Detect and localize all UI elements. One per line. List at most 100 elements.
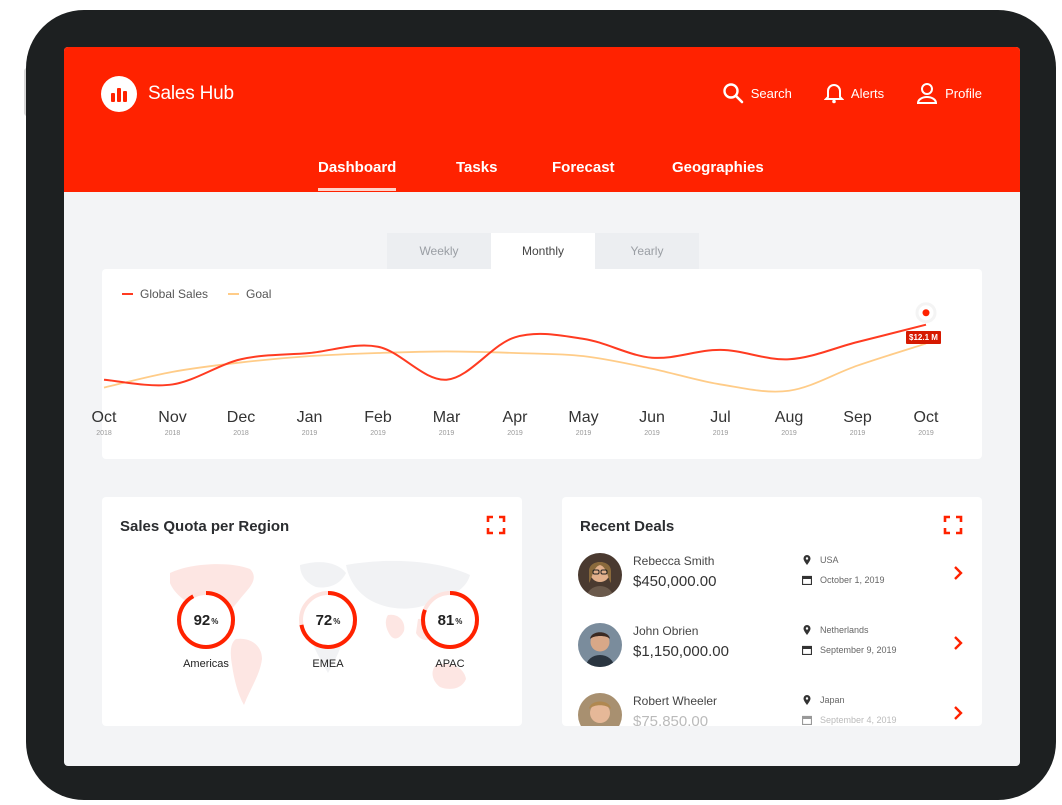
avatar <box>578 693 622 726</box>
x-tick-year: 2019 <box>507 430 523 437</box>
deal-amount: $1,150,000.00 <box>633 643 729 660</box>
main-nav: Dashboard Tasks Forecast Geographies <box>64 150 1020 192</box>
tab-dashboard[interactable]: Dashboard <box>318 159 397 191</box>
deal-row[interactable]: John Obrien $1,150,000.00 Netherlands Se… <box>578 617 968 673</box>
x-tick-month: Mar <box>432 409 461 426</box>
calendar-icon <box>802 715 812 725</box>
quota-ring-apac: 81% <box>419 589 481 651</box>
bell-icon <box>823 84 844 104</box>
x-tick-label: Jun 2019 <box>627 409 677 437</box>
location-pin-icon <box>803 555 811 565</box>
profile-label: Profile <box>945 85 982 101</box>
x-tick-month: Jan <box>296 409 323 426</box>
period-tabs: Weekly Monthly Yearly <box>387 233 699 269</box>
quota-ring-emea: 72% <box>297 589 359 651</box>
tab-forecast[interactable]: Forecast <box>552 159 615 176</box>
expand-icon[interactable] <box>486 515 506 535</box>
x-tick-month: Feb <box>364 409 392 426</box>
x-tick-month: Jul <box>710 409 731 426</box>
recent-deals-card: Recent Deals Rebecca Smith $450,000.00 U… <box>562 497 982 726</box>
x-tick-year: 2019 <box>301 430 318 437</box>
deal-date: October 1, 2019 <box>802 575 885 585</box>
x-tick-year: 2019 <box>849 430 866 437</box>
x-tick-label: Jan 2019 <box>285 409 335 437</box>
legend-item-global-sales[interactable]: Global Sales <box>122 287 208 301</box>
legend-label: Global Sales <box>140 287 209 301</box>
period-tab-monthly[interactable]: Monthly <box>491 233 595 269</box>
deal-date: September 9, 2019 <box>802 645 897 655</box>
x-tick-year: 2019 <box>712 430 729 437</box>
sales-quota-card: Sales Quota per Region 92% Americas 72% … <box>102 497 522 726</box>
search-icon <box>723 83 744 104</box>
x-tick-year: 2018 <box>164 430 181 437</box>
legend-item-goal[interactable]: Goal <box>228 287 271 301</box>
series-line-global-sales <box>103 323 927 387</box>
location-pin-icon <box>803 695 811 705</box>
x-tick-month: Oct <box>913 409 939 426</box>
x-tick-year: 2019 <box>575 430 592 437</box>
series-line-goal <box>103 342 927 393</box>
alerts-button[interactable]: Alerts <box>823 82 884 104</box>
app-header: Sales Hub Search Alerts Profile Dashboar… <box>64 47 1020 192</box>
x-tick-year: 2019 <box>918 430 934 437</box>
x-tick-month: Nov <box>158 409 187 426</box>
x-tick-label: Jul 2019 <box>696 409 746 437</box>
app-screen: Sales Hub Search Alerts Profile Dashboar… <box>64 47 1020 766</box>
legend-label: Goal <box>246 287 272 301</box>
period-tab-weekly[interactable]: Weekly <box>387 233 491 269</box>
search-button[interactable]: Search <box>722 82 792 104</box>
ring-value: 72% <box>315 611 341 629</box>
calendar-icon <box>802 645 812 655</box>
expand-icon[interactable] <box>943 515 963 535</box>
deal-location: Netherlands <box>802 625 869 635</box>
x-tick-label: Apr 2019 <box>490 409 540 437</box>
location-pin-icon <box>803 625 811 635</box>
x-tick-month: Sep <box>843 409 872 426</box>
x-tick-label: Dec 2018 <box>216 409 266 437</box>
x-tick-label: Feb 2019 <box>353 409 403 437</box>
chevron-right-icon[interactable] <box>951 634 965 652</box>
highlight-point[interactable] <box>922 309 930 317</box>
tab-geographies[interactable]: Geographies <box>672 159 764 176</box>
deal-customer-name: Rebecca Smith <box>633 554 715 568</box>
ring-value: 92% <box>193 611 219 629</box>
x-tick-year: 2019 <box>644 430 660 437</box>
period-tab-yearly[interactable]: Yearly <box>595 233 699 269</box>
x-tick-year: 2019 <box>438 430 455 437</box>
legend-swatch <box>228 293 240 295</box>
ring-value: 81% <box>437 611 463 629</box>
region-label-emea: EMEA <box>312 658 344 670</box>
deal-row[interactable]: Rebecca Smith $450,000.00 USA October 1,… <box>578 547 968 603</box>
x-tick-label: Mar 2019 <box>422 409 472 437</box>
deal-location: Japan <box>802 695 845 705</box>
x-tick-label: Aug 2019 <box>764 409 814 437</box>
brand[interactable]: Sales Hub <box>101 76 234 112</box>
region-label-americas: Americas <box>183 658 229 670</box>
deal-amount: $75,850.00 <box>633 713 709 726</box>
deal-row[interactable]: Robert Wheeler $75,850.00 Japan Septembe… <box>578 687 968 726</box>
deal-location: USA <box>802 555 839 565</box>
user-icon <box>917 83 938 104</box>
chart-legend: Global Sales Goal <box>122 287 271 301</box>
x-tick-month: Aug <box>774 409 804 426</box>
deal-date: September 4, 2019 <box>802 715 897 725</box>
deal-customer-name: Robert Wheeler <box>633 694 718 708</box>
x-tick-label: Nov 2018 <box>148 409 198 437</box>
bar-chart-logo-icon <box>101 76 137 112</box>
x-tick-label: Oct 2019 <box>901 409 951 437</box>
x-tick-month: May <box>568 409 599 426</box>
chevron-right-icon[interactable] <box>951 704 965 722</box>
chevron-right-icon[interactable] <box>951 564 965 582</box>
avatar <box>578 623 622 667</box>
tab-tasks[interactable]: Tasks <box>456 159 497 176</box>
x-tick-year: 2018 <box>96 430 112 437</box>
quota-card-title: Sales Quota per Region <box>120 518 290 535</box>
search-label: Search <box>750 85 792 101</box>
calendar-icon <box>802 575 812 585</box>
avatar <box>578 553 622 597</box>
deal-customer-name: John Obrien <box>633 624 699 638</box>
profile-button[interactable]: Profile <box>916 82 982 104</box>
x-tick-label: May 2019 <box>559 409 609 437</box>
quota-ring-americas: 92% <box>175 589 237 651</box>
deals-card-title: Recent Deals <box>580 518 675 535</box>
